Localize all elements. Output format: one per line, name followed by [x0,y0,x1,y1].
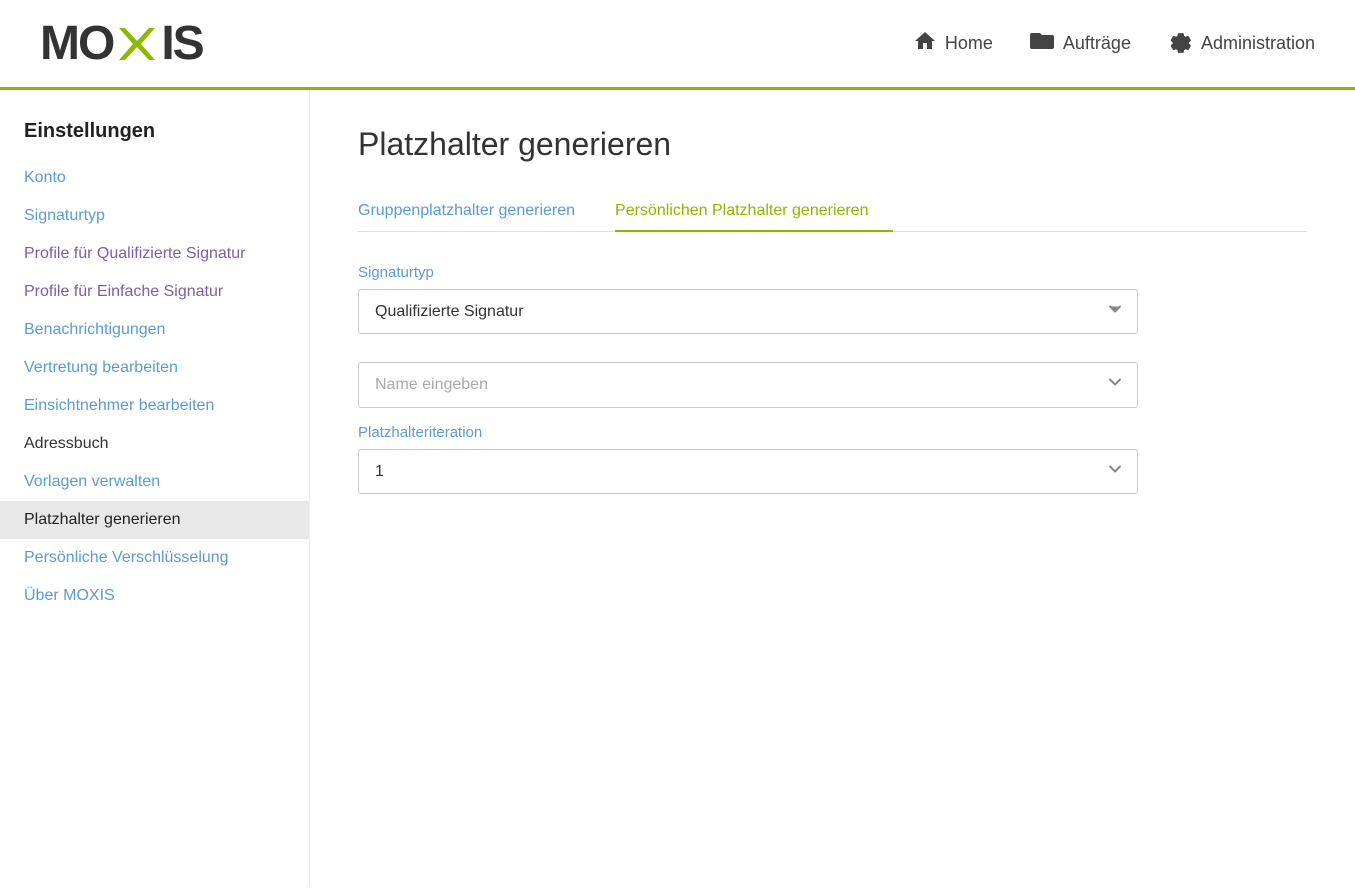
form-section: Signaturtyp Qualifizierte Signatur Einfa… [358,264,1138,494]
sidebar-item-verschluesselung[interactable]: Persönliche Verschlüsselung [0,539,309,577]
nav-home-label: Home [945,33,993,54]
sidebar-item-signaturtyp[interactable]: Signaturtyp [0,197,309,235]
nav-auftraege-label: Aufträge [1063,33,1131,54]
nav-administration-label: Administration [1201,33,1315,54]
tab-gruppen[interactable]: Gruppenplatzhalter generieren [358,192,599,232]
header: MO IS Home Aufträge Administration [0,0,1355,90]
sidebar-item-konto[interactable]: Konto [0,159,309,197]
name-input-wrapper [358,362,1138,408]
sidebar-item-platzhalter[interactable]: Platzhalter generieren [0,501,309,539]
platzhalteriteration-label: Platzhalteriteration [358,424,1138,441]
folder-icon [1029,29,1055,59]
sidebar-item-ueber[interactable]: Über MOXIS [0,577,309,615]
platzhalteriteration-select-wrapper: 1 2 3 4 5 [358,449,1138,494]
signaturtyp-label: Signaturtyp [358,264,1138,281]
sidebar-item-profile-qualifiziert[interactable]: Profile für Qualifizierte Signatur [0,235,309,273]
tab-persoenlich[interactable]: Persönlichen Platzhalter generieren [615,192,892,232]
tabs: Gruppenplatzhalter generieren Persönlich… [358,191,1307,232]
platzhalteriteration-select[interactable]: 1 2 3 4 5 [358,449,1138,494]
page-title: Platzhalter generieren [358,126,1307,163]
home-icon [913,29,937,59]
logo-text-left: MO [40,16,113,71]
sidebar-item-vertretung[interactable]: Vertretung bearbeiten [0,349,309,387]
sidebar-item-adressbuch[interactable]: Adressbuch [0,425,309,463]
signaturtyp-select[interactable]: Qualifizierte Signatur Einfache Signatur [358,289,1138,334]
sidebar-item-vorlagen[interactable]: Vorlagen verwalten [0,463,309,501]
gear-icon [1167,28,1193,60]
logo-arrow-icon [115,22,159,66]
nav-administration[interactable]: Administration [1167,28,1315,60]
nav-auftraege[interactable]: Aufträge [1029,29,1131,59]
name-input[interactable] [358,362,1138,408]
signaturtyp-select-wrapper: Qualifizierte Signatur Einfache Signatur [358,289,1138,334]
layout: Einstellungen Konto Signaturtyp Profile … [0,90,1355,886]
sidebar: Einstellungen Konto Signaturtyp Profile … [0,90,310,886]
sidebar-item-einsichtnehmer[interactable]: Einsichtnehmer bearbeiten [0,387,309,425]
logo: MO IS [40,16,203,71]
main-content: Platzhalter generieren Gruppenplatzhalte… [310,90,1355,886]
sidebar-item-benachrichtigungen[interactable]: Benachrichtigungen [0,311,309,349]
top-nav: Home Aufträge Administration [913,28,1315,60]
sidebar-title: Einstellungen [0,120,309,159]
logo-text-right: IS [161,16,202,71]
nav-home[interactable]: Home [913,29,993,59]
sidebar-item-profile-einfach[interactable]: Profile für Einfache Signatur [0,273,309,311]
